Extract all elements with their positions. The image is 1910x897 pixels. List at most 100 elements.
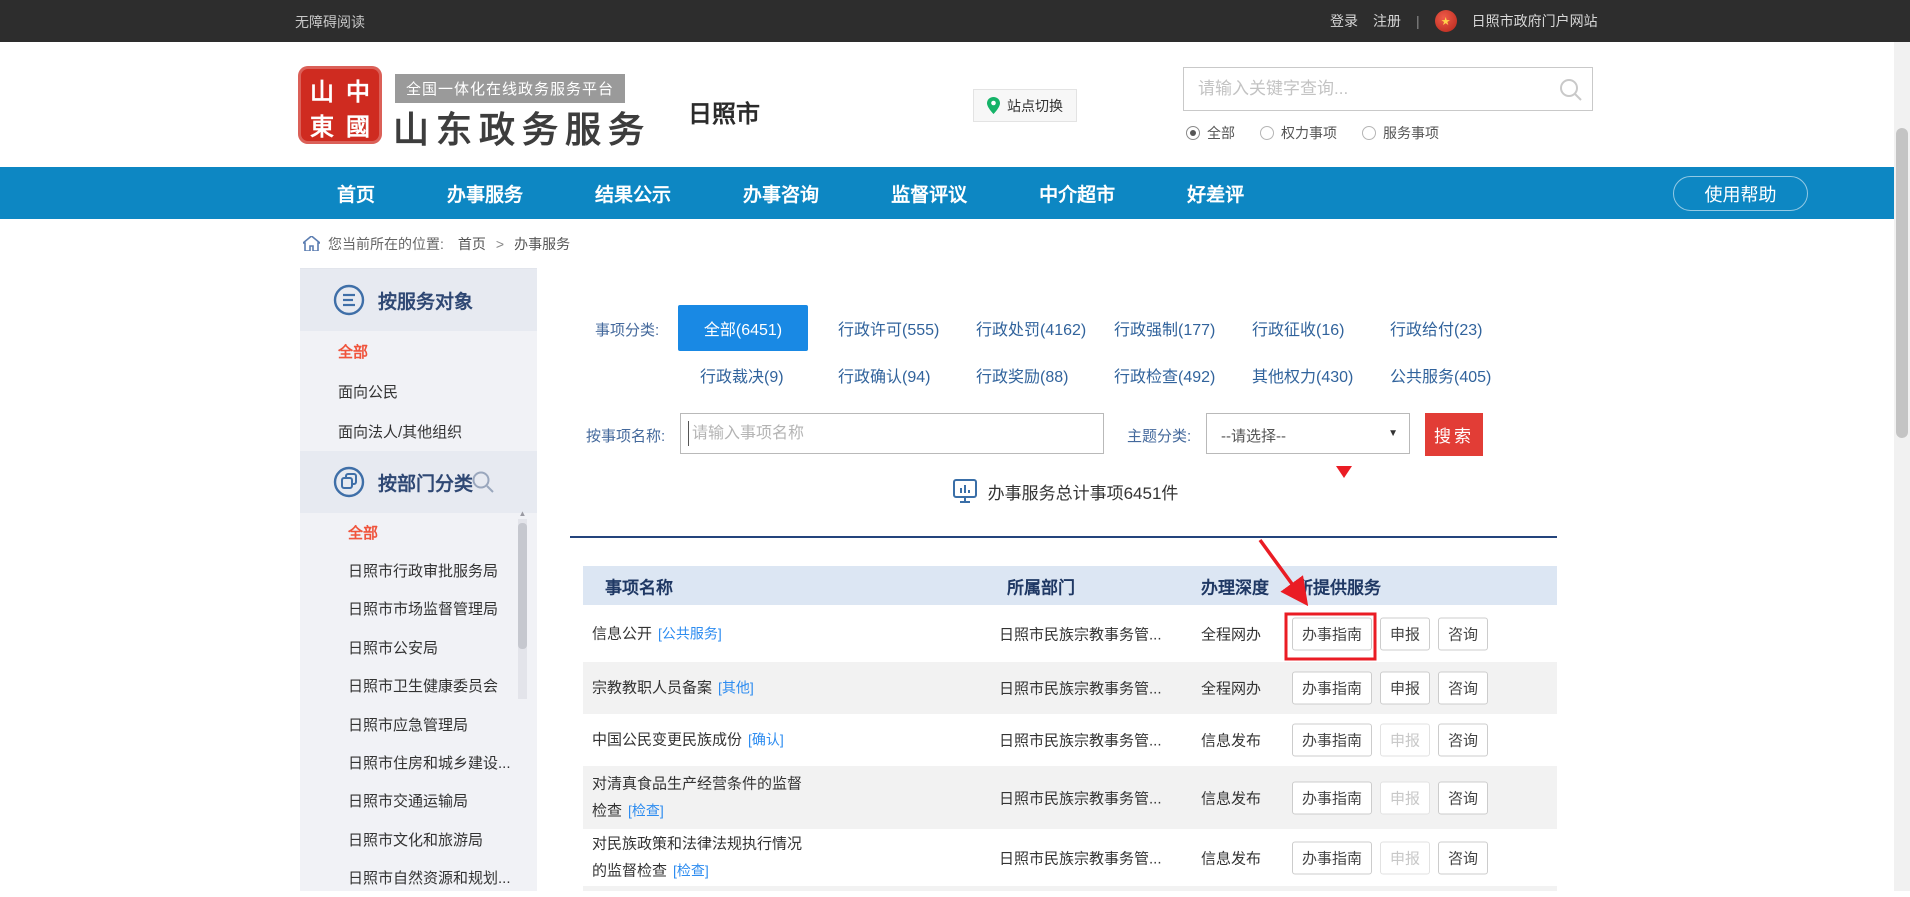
category-levy[interactable]: 行政征收(16)	[1252, 316, 1390, 340]
nav-item-results[interactable]: 结果公示	[595, 180, 671, 207]
search-icon[interactable]	[1558, 77, 1584, 103]
nav-item-consult[interactable]: 办事咨询	[743, 180, 819, 207]
category-ruling[interactable]: 行政裁决(9)	[700, 363, 838, 387]
dept-item[interactable]: 日照市市场监督管理局	[300, 590, 537, 628]
dept-item[interactable]: 日照市住房和城乡建设...	[300, 743, 537, 781]
item-tag-link[interactable]: [其他]	[718, 680, 754, 696]
item-name-link[interactable]: 中国公民变更民族成份	[592, 732, 742, 749]
category-coercion[interactable]: 行政强制(177)	[1114, 316, 1252, 340]
item-name-link[interactable]: 对清真食品生产经营条件的监督检查	[592, 775, 802, 819]
national-emblem-icon: ★	[1435, 10, 1457, 32]
stats-row: 办事服务总计事项6451件	[570, 478, 1560, 504]
category-reward[interactable]: 行政奖励(88)	[976, 363, 1114, 387]
consult-button[interactable]: 咨询	[1438, 781, 1488, 814]
consult-button[interactable]: 咨询	[1438, 724, 1488, 757]
consult-button[interactable]: 咨询	[1438, 617, 1488, 650]
item-depth: 信息发布	[1201, 787, 1261, 808]
nav-item-services[interactable]: 办事服务	[447, 180, 523, 207]
radio-label: 全部	[1207, 123, 1235, 143]
nav-item-rating[interactable]: 好差评	[1187, 180, 1244, 207]
category-inspection[interactable]: 行政检查(492)	[1114, 363, 1252, 387]
item-name-link[interactable]: 宗教教职人员备案	[592, 680, 712, 697]
sidebar-scroll-up-icon[interactable]: ▲	[518, 509, 527, 518]
item-department: 日照市民族宗教事务管...	[999, 787, 1162, 808]
site-switch-button[interactable]: 站点切换	[973, 89, 1077, 122]
col-header-item-name: 事项名称	[605, 573, 673, 598]
apply-button-disabled: 申报	[1380, 724, 1430, 757]
nav-item-supervision[interactable]: 监督评议	[891, 180, 967, 207]
item-department: 日照市民族宗教事务管...	[999, 730, 1162, 751]
department-search-icon[interactable]	[471, 470, 495, 494]
item-name-link[interactable]: 信息公开	[592, 625, 652, 642]
category-all[interactable]: 全部(6451)	[700, 305, 838, 351]
radio-label: 服务事项	[1383, 123, 1439, 143]
apply-button[interactable]: 申报	[1380, 672, 1430, 705]
search-button[interactable]: 搜索	[1425, 413, 1483, 456]
dept-item[interactable]: 日照市卫生健康委员会	[300, 667, 537, 705]
consult-button[interactable]: 咨询	[1438, 672, 1488, 705]
guide-button[interactable]: 办事指南	[1292, 617, 1372, 650]
category-filter-label: 事项分类:	[595, 319, 659, 340]
nav-item-home[interactable]: 首页	[337, 180, 375, 207]
radio-power-items[interactable]: 权力事项	[1260, 123, 1337, 143]
item-tag-link[interactable]: [公共服务]	[658, 625, 722, 641]
next-row-sliver	[583, 886, 1557, 891]
table-header-row: 事项名称 所属部门 办理深度 所提供服务	[583, 566, 1557, 605]
breadcrumb-current[interactable]: 办事服务	[514, 234, 570, 254]
apply-button[interactable]: 申报	[1380, 617, 1430, 650]
keyword-search-input[interactable]	[1184, 68, 1592, 110]
dept-item-all[interactable]: 全部	[300, 513, 537, 551]
left-sidebar: 按服务对象 全部 面向公民 面向法人/其他组织 按部门分类 全部 日照市行政审批…	[300, 268, 537, 891]
radio-service-items[interactable]: 服务事项	[1362, 123, 1439, 143]
sidebar-item-legal-persons[interactable]: 面向法人/其他组织	[300, 411, 537, 451]
dept-item[interactable]: 日照市公安局	[300, 628, 537, 666]
dept-item[interactable]: 日照市行政审批服务局	[300, 551, 537, 589]
category-penalty[interactable]: 行政处罚(4162)	[976, 316, 1114, 340]
dept-item[interactable]: 日照市应急管理局	[300, 705, 537, 743]
portal-link[interactable]: 日照市政府门户网站	[1472, 11, 1598, 31]
consult-button[interactable]: 咨询	[1438, 841, 1488, 874]
topic-select[interactable]: --请选择-- ▼	[1206, 413, 1410, 454]
guide-button[interactable]: 办事指南	[1292, 781, 1372, 814]
table-row: 对清真食品生产经营条件的监督检查[检查] 日照市民族宗教事务管... 信息发布 …	[583, 766, 1557, 829]
category-license[interactable]: 行政许可(555)	[838, 316, 976, 340]
breadcrumb-home-link[interactable]: 首页	[458, 234, 486, 254]
sidebar-scrollbar-thumb[interactable]	[518, 523, 527, 649]
items-table: 事项名称 所属部门 办理深度 所提供服务 信息公开 [公共服务] 日照市民族宗教事…	[583, 566, 1557, 891]
sidebar-item-citizens[interactable]: 面向公民	[300, 371, 537, 411]
col-header-depth: 办理深度	[1201, 573, 1269, 598]
radio-all[interactable]: 全部	[1186, 123, 1235, 143]
category-other-power[interactable]: 其他权力(430)	[1252, 363, 1390, 387]
item-name-input[interactable]	[681, 414, 1103, 453]
register-link[interactable]: 注册	[1373, 11, 1401, 31]
category-confirmation[interactable]: 行政确认(94)	[838, 363, 976, 387]
login-link[interactable]: 登录	[1330, 11, 1358, 31]
city-name: 日照市	[688, 94, 760, 129]
dept-item[interactable]: 日照市交通运输局	[300, 782, 537, 820]
dept-item[interactable]: 日照市文化和旅游局	[300, 820, 537, 858]
breadcrumb-prefix: 您当前所在的位置:	[328, 234, 444, 254]
department-icon	[333, 466, 365, 498]
help-button[interactable]: 使用帮助	[1673, 176, 1808, 211]
sidebar-item-all-objects[interactable]: 全部	[300, 331, 537, 371]
guide-button[interactable]: 办事指南	[1292, 672, 1372, 705]
nav-item-intermediary[interactable]: 中介超市	[1039, 180, 1115, 207]
dept-item[interactable]: 日照市自然资源和规划...	[300, 859, 537, 897]
guide-button[interactable]: 办事指南	[1292, 841, 1372, 874]
breadcrumb-separator: >	[496, 236, 504, 252]
item-depth: 信息发布	[1201, 730, 1261, 751]
seal-char: 中	[340, 72, 376, 107]
category-payment[interactable]: 行政给付(23)	[1390, 316, 1528, 340]
home-icon	[303, 236, 320, 251]
accessibility-link[interactable]: 无障碍阅读	[295, 12, 365, 32]
category-row-2: 行政裁决(9) 行政确认(94) 行政奖励(88) 行政检查(492) 其他权力…	[700, 364, 1528, 386]
search-scope-options: 全部 权力事项 服务事项	[1186, 123, 1439, 143]
sidebar-header-service-object: 按服务对象	[300, 269, 537, 331]
item-tag-link[interactable]: [检查]	[628, 802, 664, 818]
keyword-search-box	[1183, 67, 1593, 111]
page-scrollbar-thumb[interactable]	[1896, 128, 1908, 438]
item-tag-link[interactable]: [检查]	[673, 862, 709, 878]
category-public-service[interactable]: 公共服务(405)	[1390, 363, 1528, 387]
item-tag-link[interactable]: [确认]	[748, 732, 784, 748]
guide-button[interactable]: 办事指南	[1292, 724, 1372, 757]
